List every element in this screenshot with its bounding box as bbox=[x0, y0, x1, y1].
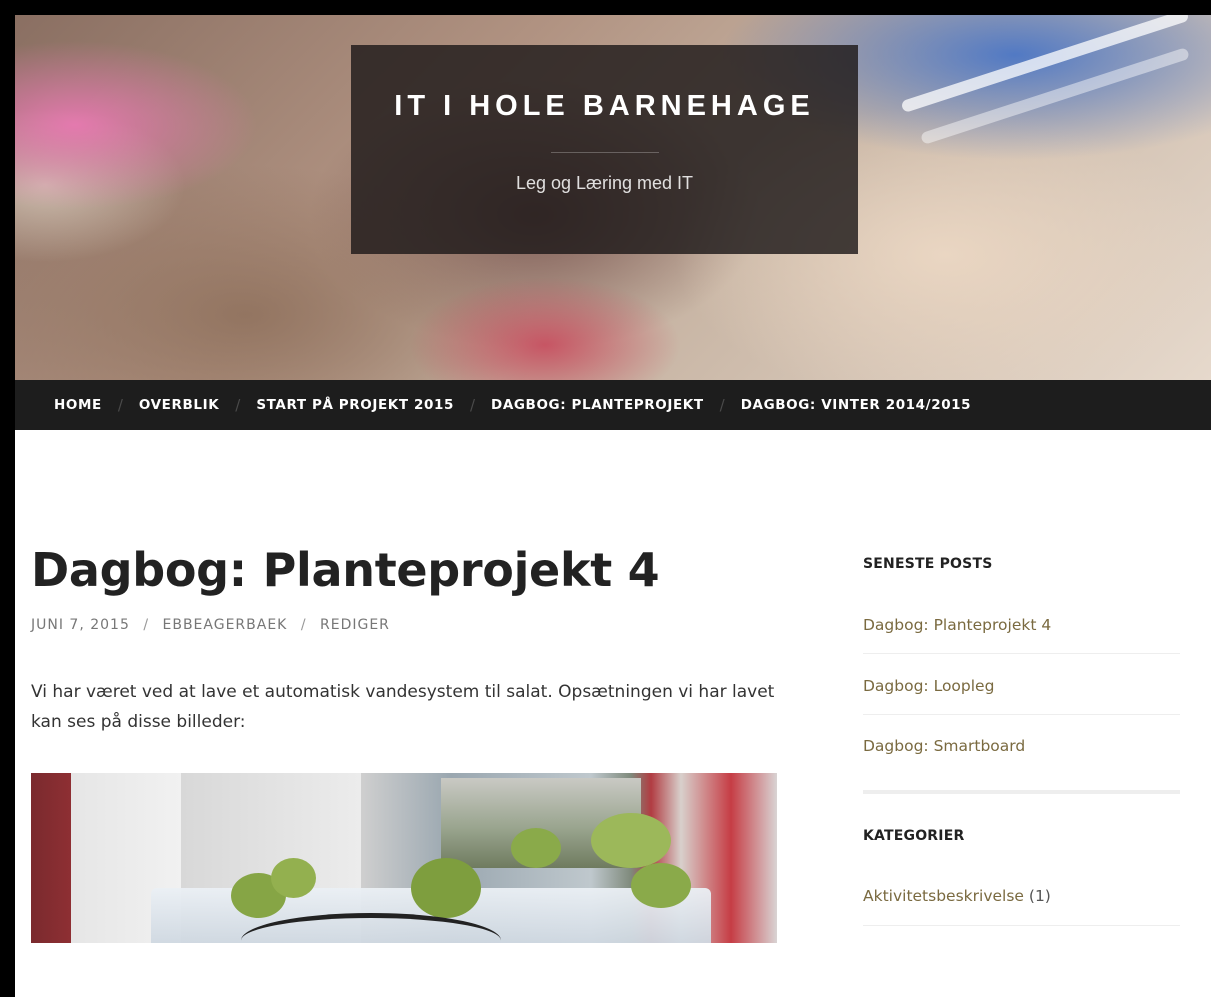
post-body: Vi har været ved at lave et automatisk v… bbox=[31, 682, 775, 732]
image-leaf bbox=[591, 813, 671, 868]
widget-divider bbox=[863, 790, 1180, 794]
main-navigation: HOME / OVERBLIK / START PÅ PROJEKT 2015 … bbox=[15, 380, 1211, 430]
meta-separator: / bbox=[300, 617, 307, 633]
recent-post-link[interactable]: Dagbog: Planteprojekt 4 bbox=[863, 616, 1051, 634]
header-image: IT I HOLE BARNEHAGE Leg og Læring med IT bbox=[15, 15, 1211, 380]
post-author[interactable]: EBBEAGERBAEK bbox=[163, 617, 288, 633]
site-description: Leg og Læring med IT bbox=[515, 173, 694, 193]
category-count: (1) bbox=[1028, 887, 1051, 905]
recent-post-link[interactable]: Dagbog: Smartboard bbox=[863, 737, 1025, 755]
nav-separator: / bbox=[235, 396, 241, 414]
site-title[interactable]: IT I HOLE BARNEHAGE bbox=[351, 90, 858, 123]
post-image[interactable] bbox=[31, 773, 777, 943]
edit-link[interactable]: REDIGER bbox=[320, 617, 390, 633]
category-link[interactable]: Aktivitetsbeskrivelse bbox=[863, 887, 1024, 905]
widget-title-recent-posts: SENESTE POSTS bbox=[863, 556, 993, 572]
image-leaf bbox=[271, 858, 316, 898]
category-item: Aktivitetsbeskrivelse (1) bbox=[863, 887, 1051, 905]
image-leaf bbox=[411, 858, 481, 918]
nav-item-dagbog-vinter[interactable]: DAGBOG: VINTER 2014/2015 bbox=[741, 397, 971, 413]
nav-item-overblik[interactable]: OVERBLIK bbox=[139, 397, 219, 413]
divider bbox=[863, 925, 1180, 926]
post-date[interactable]: JUNI 7, 2015 bbox=[31, 617, 130, 633]
meta-separator: / bbox=[143, 617, 150, 633]
site-branding: IT I HOLE BARNEHAGE Leg og Læring med IT bbox=[351, 45, 858, 254]
page-frame: IT I HOLE BARNEHAGE Leg og Læring med IT… bbox=[15, 15, 1211, 997]
divider bbox=[863, 714, 1180, 715]
post-title[interactable]: Dagbog: Planteprojekt 4 bbox=[31, 543, 660, 597]
nav-separator: / bbox=[719, 396, 725, 414]
widget-title-categories: KATEGORIER bbox=[863, 828, 965, 844]
nav-item-start-projekt-2015[interactable]: START PÅ PROJEKT 2015 bbox=[256, 397, 454, 413]
nav-item-home[interactable]: HOME bbox=[54, 397, 102, 413]
nav-item-dagbog-planteprojekt[interactable]: DAGBOG: PLANTEPROJEKT bbox=[491, 397, 704, 413]
nav-separator: / bbox=[469, 396, 476, 414]
image-leaf bbox=[631, 863, 691, 908]
nav-separator: / bbox=[117, 396, 123, 414]
title-divider bbox=[550, 152, 659, 153]
recent-post-link[interactable]: Dagbog: Loopleg bbox=[863, 677, 994, 695]
divider bbox=[863, 653, 1180, 654]
post-meta: JUNI 7, 2015 / EBBEAGERBAEK / REDIGER bbox=[31, 617, 390, 633]
image-leaf bbox=[511, 828, 561, 868]
